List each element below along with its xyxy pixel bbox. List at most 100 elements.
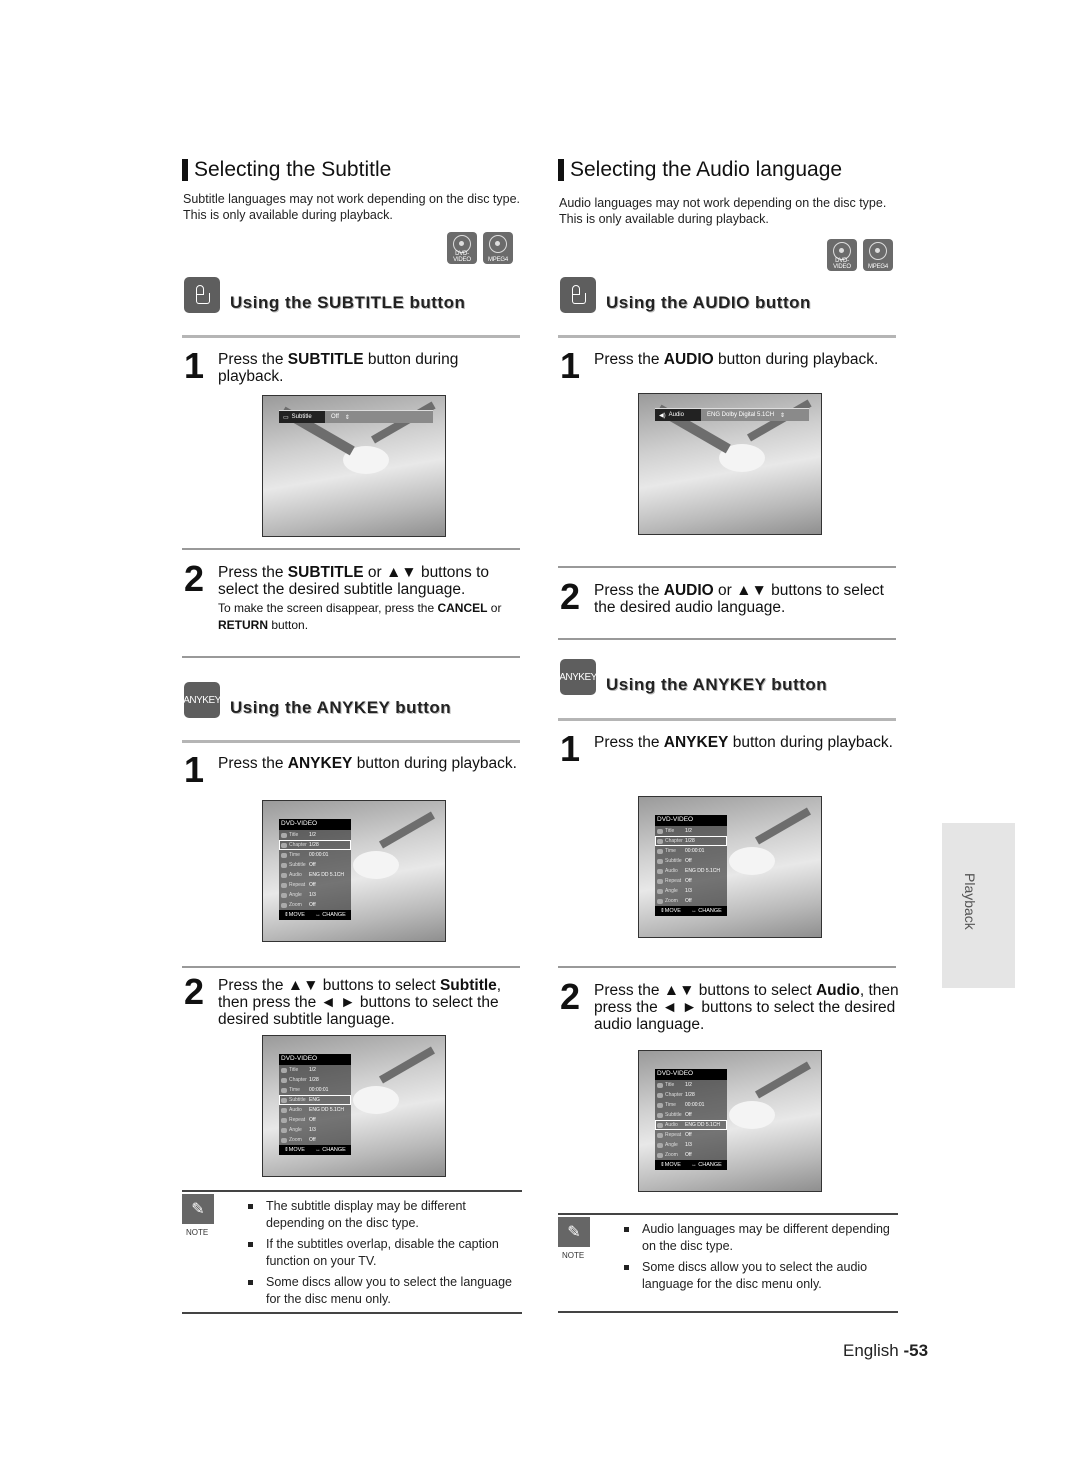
- menu-item-icon: [657, 1122, 663, 1128]
- divider: [182, 548, 520, 550]
- subtitle-icon: ▭: [283, 414, 289, 421]
- disc-type-icons: DVD-VIDEO MPEG4: [827, 239, 893, 271]
- menu-row: Zoom Off: [655, 896, 727, 906]
- menu-item-icon: [281, 842, 287, 848]
- tv-screen-audio: ◀) Audio ENG Dolby Digital 5.1CH ⇕: [638, 393, 822, 535]
- note-item: If the subtitles overlap, disable the ca…: [248, 1236, 522, 1270]
- speaker-icon: ◀): [659, 412, 666, 419]
- subsection-anykey-button: ANYKEY Using the ANYKEY button: [183, 682, 451, 718]
- menu-item-icon: [657, 1132, 663, 1138]
- menu-row: Title 1/2: [655, 826, 727, 836]
- anykey-button-icon: ANYKEY: [183, 682, 221, 718]
- step-text: Press the ANYKEY button during playback.: [218, 755, 517, 772]
- menu-row: Angle 1/3: [655, 1140, 727, 1150]
- hand-button-icon: [560, 277, 596, 313]
- menu-row: Audio ENG DD 5.1CH: [655, 866, 727, 876]
- disc-type-icons: DVD-VIDEO MPEG4: [447, 232, 513, 264]
- menu-row: Subtitle Off: [279, 860, 351, 870]
- title-text: Selecting the Subtitle: [194, 158, 392, 181]
- menu-footer: ⇕MOVE ↔ CHANGE: [655, 1160, 727, 1170]
- menu-item-icon: [281, 1077, 287, 1083]
- menu-item-icon: [657, 1092, 663, 1098]
- menu-item-icon: [657, 838, 663, 844]
- menu-row: Audio ENG DD 5.1CH: [279, 1105, 351, 1115]
- step-1: 1 Press the ANYKEY button during playbac…: [560, 731, 900, 767]
- step-number: 1: [184, 749, 205, 790]
- menu-row: Zoom Off: [279, 1135, 351, 1145]
- page-footer: English -53: [843, 1341, 928, 1361]
- note-box: ✎ NOTE The subtitle display may be diffe…: [182, 1190, 522, 1314]
- menu-row: Chapter 1/28: [279, 840, 351, 850]
- side-tab-playback: Playback: [942, 823, 1015, 988]
- menu-row: Time 00:00:01: [279, 1085, 351, 1095]
- side-tab-label: Playback: [962, 873, 978, 930]
- menu-row: Repeat Off: [655, 876, 727, 886]
- divider: [182, 656, 520, 658]
- section-title-audio: Selecting the Audio language: [558, 158, 842, 182]
- step-1: 1 Press the ANYKEY button during playbac…: [184, 749, 524, 790]
- step-2: 2 Press the SUBTITLE or ▲▼ buttons to se…: [184, 561, 524, 634]
- subsection-audio-button: Using the AUDIO button: [560, 277, 811, 313]
- osd-bar: ▭ Subtitle Off ⇕: [279, 410, 433, 423]
- step-text: Press the AUDIO button during playback.: [594, 351, 879, 368]
- menu-row: Subtitle ENG: [279, 1095, 351, 1105]
- osd-bar: ◀) Audio ENG Dolby Digital 5.1CH ⇕: [655, 408, 809, 421]
- pencil-icon: ✎: [182, 1194, 214, 1224]
- hand-button-icon: [184, 277, 220, 313]
- subsection-subtitle-button: Using the SUBTITLE button: [184, 277, 465, 313]
- step-number: 1: [184, 345, 205, 386]
- menu-row: Chapter 1/28: [279, 1075, 351, 1085]
- menu-row: Subtitle Off: [655, 1110, 727, 1120]
- subsection-title: Using the SUBTITLE button: [230, 293, 466, 312]
- section-title-subtitle: Selecting the Subtitle: [182, 158, 391, 182]
- divider: [182, 335, 520, 338]
- menu-header: DVD-VIDEO: [279, 819, 351, 830]
- note-box: ✎ NOTE Audio languages may be different …: [558, 1213, 898, 1313]
- menu-row: Title 1/2: [279, 1065, 351, 1075]
- menu-item-icon: [281, 1067, 287, 1073]
- menu-row: Angle 1/3: [655, 886, 727, 896]
- menu-item-icon: [281, 892, 287, 898]
- subsection-anykey-button: ANYKEY Using the ANYKEY button: [559, 659, 828, 695]
- title-text: Selecting the Audio language: [570, 158, 843, 181]
- menu-row: Repeat Off: [655, 1130, 727, 1140]
- menu-item-icon: [281, 862, 287, 868]
- menu-item-icon: [281, 1107, 287, 1113]
- menu-item-icon: [281, 852, 287, 858]
- step-2: 2 Press the ▲▼ buttons to select Subtitl…: [184, 974, 524, 1029]
- note-item: The subtitle display may be different de…: [248, 1198, 522, 1232]
- title-bar-marker: [558, 159, 564, 181]
- menu-row: Title 1/2: [655, 1080, 727, 1090]
- divider: [558, 966, 896, 968]
- step-text: Press the AUDIO or ▲▼ buttons to select …: [594, 582, 884, 616]
- menu-row: Angle 1/3: [279, 1125, 351, 1135]
- step-text: Press the SUBTITLE button during playbac…: [218, 351, 459, 385]
- step-1: 1 Press the AUDIO button during playback…: [560, 348, 900, 384]
- menu-item-icon: [281, 1127, 287, 1133]
- menu-row: Zoom Off: [655, 1150, 727, 1160]
- osd-menu: DVD-VIDEO Title 1/2 Chapter 1/28 Time 00:00:01…: [655, 815, 727, 916]
- subsection-title: Using the ANYKEY button: [606, 675, 828, 694]
- menu-item-icon: [281, 1117, 287, 1123]
- tv-screen-anykey: DVD-VIDEO Title 1/2 Chapter 1/28 Time 00:00:01…: [262, 800, 446, 942]
- menu-row: Repeat Off: [279, 880, 351, 890]
- menu-header: DVD-VIDEO: [655, 1069, 727, 1080]
- subsection-title: Using the AUDIO button: [606, 293, 811, 312]
- menu-row: Chapter 1/28: [655, 836, 727, 846]
- menu-item-icon: [657, 868, 663, 874]
- menu-row: Time 00:00:01: [655, 1100, 727, 1110]
- note-label: NOTE: [562, 1251, 585, 1260]
- tv-screen-subtitle: ▭ Subtitle Off ⇕: [262, 395, 446, 537]
- menu-row: Repeat Off: [279, 1115, 351, 1125]
- intro-text: Subtitle languages may not work dependin…: [183, 192, 521, 222]
- menu-footer: ⇕MOVE ↔ CHANGE: [279, 1145, 351, 1155]
- anykey-button-icon: ANYKEY: [559, 659, 597, 695]
- tv-screen-anykey-subtitle: DVD-VIDEO Title 1/2 Chapter 1/28 Time 00:00:01…: [262, 1035, 446, 1177]
- menu-row: Time 00:00:01: [655, 846, 727, 856]
- menu-header: DVD-VIDEO: [279, 1054, 351, 1065]
- osd-menu: DVD-VIDEO Title 1/2 Chapter 1/28 Time 00:00:01…: [655, 1069, 727, 1170]
- step-1: 1 Press the SUBTITLE button during playb…: [184, 345, 524, 386]
- menu-item-icon: [281, 902, 287, 908]
- menu-row: Title 1/2: [279, 830, 351, 840]
- menu-item-icon: [281, 882, 287, 888]
